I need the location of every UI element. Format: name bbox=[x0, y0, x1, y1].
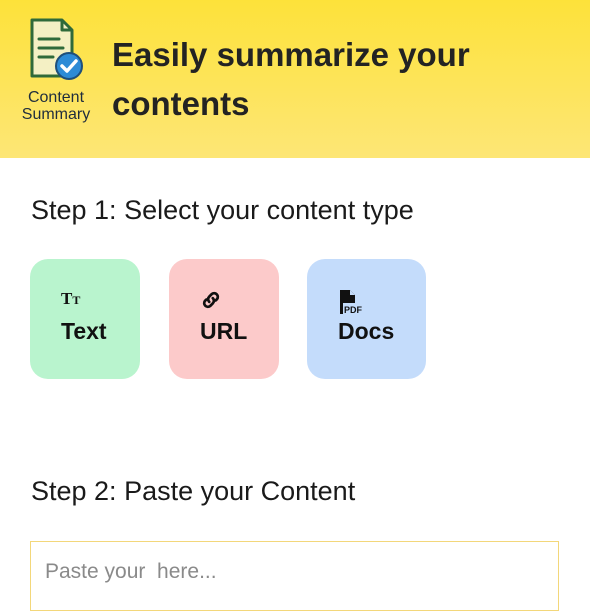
logo-line-1: Content bbox=[27, 89, 85, 106]
pdf-document-icon: PDF bbox=[338, 289, 363, 320]
content-type-url-button[interactable]: URL bbox=[169, 259, 279, 379]
content-type-text-button[interactable]: TT Text bbox=[30, 259, 140, 379]
logo-text: Content Summary bbox=[16, 89, 96, 123]
step-2-title: Step 2: Paste your Content bbox=[31, 476, 356, 506]
logo-line-2: Summary bbox=[21, 106, 91, 123]
content-type-text-label: Text bbox=[61, 318, 107, 344]
app-logo: Content Summary bbox=[16, 18, 98, 128]
svg-text:PDF: PDF bbox=[344, 305, 362, 315]
document-check-icon bbox=[30, 18, 83, 80]
paste-content-input[interactable] bbox=[45, 560, 545, 584]
header-banner: Content Summary Easily summarize your co… bbox=[0, 0, 590, 158]
headline: Easily summarize your contents bbox=[112, 36, 470, 122]
step-1-title: Step 1: Select your content type bbox=[31, 195, 414, 225]
content-type-url-label: URL bbox=[200, 318, 248, 344]
link-icon bbox=[200, 289, 222, 316]
paste-content-box[interactable] bbox=[30, 541, 559, 611]
content-type-docs-label: Docs bbox=[338, 318, 395, 344]
text-format-icon: TT bbox=[61, 289, 81, 308]
content-type-docs-button[interactable]: PDF Docs bbox=[307, 259, 426, 379]
